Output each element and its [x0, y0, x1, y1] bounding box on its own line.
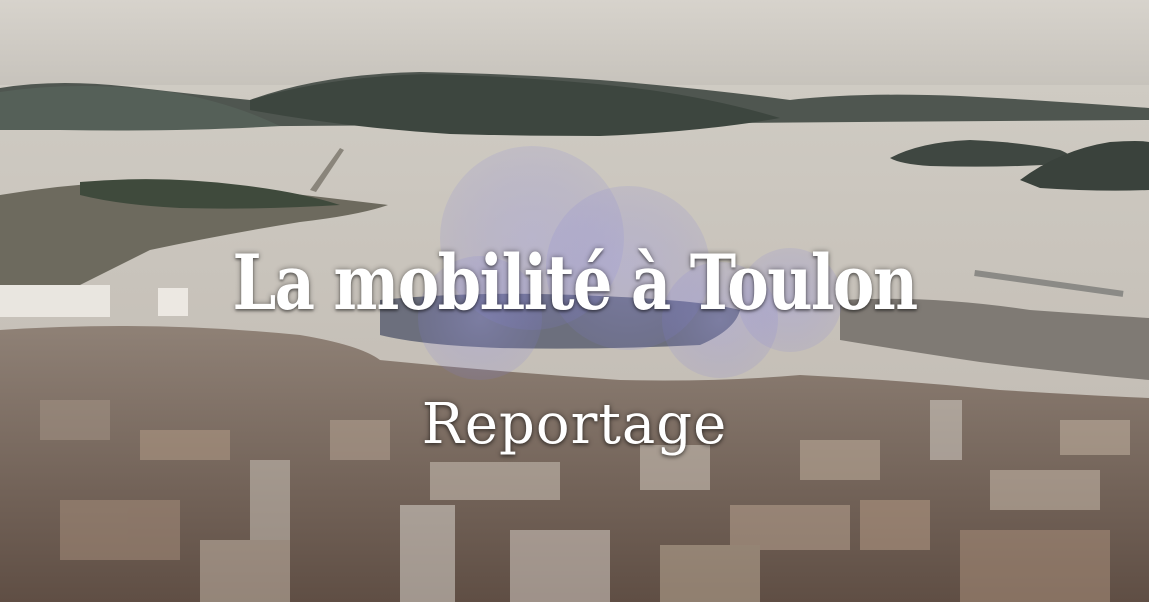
video-frame: La mobilité à Toulon Reportage [0, 0, 1149, 602]
video-subtitle: Reportage [421, 392, 728, 457]
video-title: La mobilité à Toulon [232, 238, 918, 327]
